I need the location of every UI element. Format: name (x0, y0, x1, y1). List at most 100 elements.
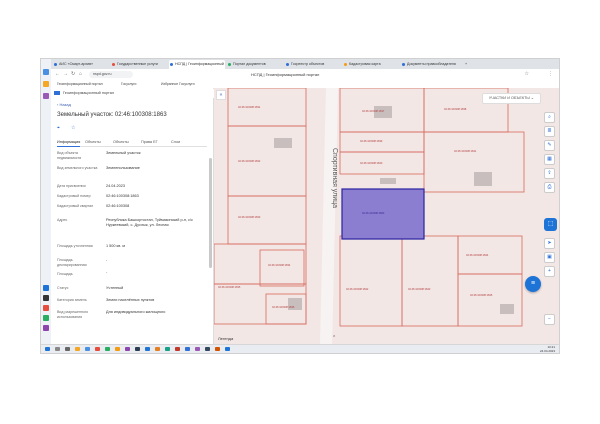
browser-tab[interactable]: АИС «Смарт-архив» (53, 60, 109, 69)
app-icon[interactable] (43, 81, 49, 87)
browser-tab[interactable]: Портал документов (227, 60, 283, 69)
back-arrow-icon[interactable]: ← (55, 71, 60, 78)
parcel-label: 02:46:100308:1842 (346, 288, 369, 291)
parcel-label: 02:46:100308:1835 (218, 286, 241, 289)
browser-tab[interactable]: Документы правообладателя (401, 60, 461, 69)
app-icon[interactable] (195, 347, 200, 351)
app-icon[interactable] (43, 93, 49, 99)
favorite-star-icon[interactable]: ☆ (71, 125, 75, 131)
system-clock[interactable]: 10:21 24.04.2023 (540, 345, 555, 353)
collapse-panel-button[interactable]: « (216, 90, 226, 100)
browser-tab[interactable]: Государственные услуги (111, 60, 167, 69)
reload-icon[interactable]: ↻ (71, 71, 75, 78)
selected-parcel-label: 02:46:100308:1863 (362, 212, 385, 215)
bookmark-item[interactable]: Госуслуги (121, 80, 136, 88)
bookmark-item[interactable]: Избранное Госуслуги (161, 80, 194, 88)
browser-tab[interactable]: Кадастровая карта (343, 60, 399, 69)
app-icon[interactable] (85, 347, 90, 351)
field-value: Земли населённых пунктов (106, 298, 155, 302)
parcel-label: 02:46:100308:1841 (454, 150, 477, 153)
app-icon[interactable] (215, 347, 220, 351)
windows-taskbar: 10:21 24.04.2023 (41, 344, 559, 353)
app-icon[interactable] (125, 347, 130, 351)
app-icon[interactable] (43, 285, 49, 291)
field-label: Адрес (57, 218, 68, 222)
window-title: НСПД | Геоинформационный портал (251, 72, 320, 77)
share-icon[interactable]: ⇪ (544, 168, 555, 179)
taskview-icon[interactable] (65, 347, 70, 351)
field-value: - (106, 270, 108, 274)
parcel-label: 02:46:100308:1845 (470, 294, 493, 297)
url-field[interactable]: nspd.gov.ru (89, 71, 133, 78)
map-view-icon[interactable]: ▣ (544, 252, 555, 263)
layer-selector-button[interactable]: УЧАСТКИ И ОБЪЕКТЫ ⌄ (481, 93, 541, 104)
bookmark-item[interactable]: Геоинформационный портал (57, 80, 103, 88)
field-value: Для индивидуального жилищного (106, 310, 166, 314)
ruler-icon[interactable]: ✎ (544, 140, 555, 151)
app-icon[interactable] (225, 347, 230, 351)
home-icon[interactable]: ⌂ (79, 71, 82, 78)
grid-icon[interactable]: ▦ (544, 154, 555, 165)
map-pin-icon[interactable]: ⌖ (57, 125, 60, 131)
app-icon[interactable] (145, 347, 150, 351)
browser-tab[interactable]: Госреестр объектов (285, 60, 341, 69)
app-icon[interactable] (95, 347, 100, 351)
field-label: Категория земель (57, 298, 87, 302)
parcel-label: 02:46:100308:1837 (362, 110, 385, 113)
parcel-label: 02:46:100308:1840 (360, 162, 383, 165)
field-value[interactable]: 02:46:100308 (106, 204, 206, 209)
search-icon[interactable]: ⌕ (544, 112, 555, 123)
search-icon[interactable] (55, 347, 60, 351)
app-icon[interactable] (43, 295, 49, 301)
start-icon[interactable] (45, 347, 50, 351)
browser-tab-active[interactable]: НСПД | Геоинформационный (169, 60, 225, 69)
print-icon[interactable]: ⎙ (544, 182, 555, 193)
back-link[interactable]: ‹ Назад (57, 102, 71, 107)
app-icon[interactable] (43, 315, 49, 321)
star-icon[interactable]: ☆ (525, 71, 529, 78)
app-icon[interactable] (43, 305, 49, 311)
legend-chevron-icon[interactable]: ⌃ (332, 335, 336, 341)
cadastral-map[interactable]: « УЧАСТКИ И ОБЪЕКТЫ ⌄ ⌕ ≣ ✎ ▦ ⇪ ⎙ ⬚ ➤ ▣ … (214, 88, 559, 347)
app-icon[interactable] (43, 325, 49, 331)
field-value: Учтенный (106, 286, 124, 290)
parcel-label: 02:46:100308:1836 (272, 306, 295, 309)
app-icon[interactable] (105, 347, 110, 351)
field-label: Вид разрешенного использования (57, 310, 89, 319)
panel-tabs: Информация Объекты Объекты Права ЕГ Слои (57, 138, 207, 147)
app-icon[interactable] (135, 347, 140, 351)
app-icon[interactable] (75, 347, 80, 351)
new-tab-button[interactable]: + (463, 60, 471, 69)
app-icon[interactable] (155, 347, 160, 351)
panel-scrollbar[interactable] (209, 158, 212, 268)
tab-favicon-icon (402, 63, 405, 66)
zoom-out-icon[interactable]: − (544, 314, 555, 325)
menu-icon[interactable]: ⋮ (548, 71, 553, 78)
field-label: Площадь (57, 272, 73, 276)
street-road (320, 88, 338, 347)
street-label: Спортивная улица (331, 148, 338, 209)
app-icon[interactable] (175, 347, 180, 351)
select-tool-icon[interactable]: ⬚ (544, 218, 557, 231)
layers-icon[interactable]: ≣ (544, 126, 555, 137)
tab-objects[interactable]: Объекты (85, 138, 101, 146)
tab-objects-2[interactable]: Объекты (113, 138, 129, 146)
app-icon[interactable] (185, 347, 190, 351)
app-icon[interactable] (115, 347, 120, 351)
app-icon[interactable] (43, 69, 49, 75)
app-icon[interactable] (205, 347, 210, 351)
tab-layers[interactable]: Слои (171, 138, 180, 146)
zoom-in-icon[interactable]: + (544, 266, 555, 277)
logo-icon (54, 91, 60, 95)
navigate-icon[interactable]: ➤ (544, 238, 555, 249)
tab-info[interactable]: Информация (57, 138, 81, 147)
app-icon[interactable] (165, 347, 170, 351)
forward-arrow-icon[interactable]: → (63, 71, 68, 78)
legend-button[interactable]: Легенда (218, 336, 233, 341)
field-label: Кадастровый квартал (57, 204, 94, 208)
tab-rights[interactable]: Права ЕГ (141, 138, 158, 146)
tab-favicon-icon (112, 63, 115, 66)
browser-tab-bar: АИС «Смарт-архив» Государственные услуги… (51, 59, 559, 69)
chat-fab-icon[interactable]: ≡ (525, 276, 541, 292)
field-value[interactable]: 02:46:100308:1863 (106, 194, 206, 199)
